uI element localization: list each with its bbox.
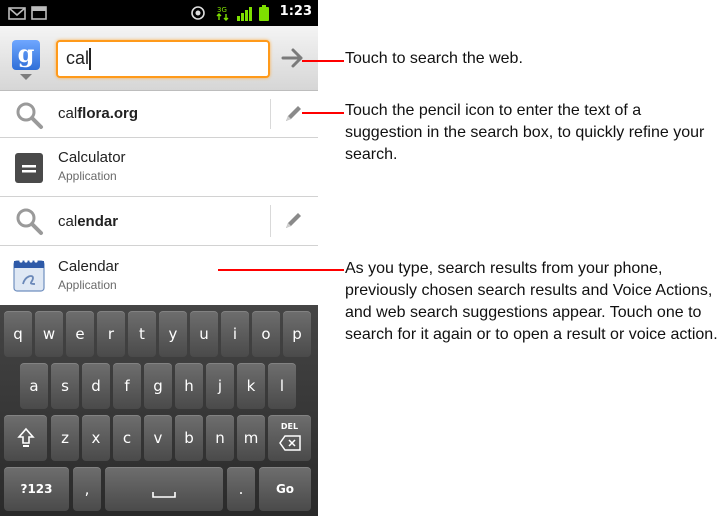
gps-icon xyxy=(191,6,205,20)
key-v[interactable]: v xyxy=(144,415,172,461)
key-g[interactable]: g xyxy=(144,363,172,409)
suggestion-label: calendar xyxy=(58,213,119,230)
suggestion-title: Calendar xyxy=(58,258,119,275)
key-b[interactable]: b xyxy=(175,415,203,461)
chevron-down-icon[interactable] xyxy=(20,74,32,80)
go-key[interactable]: Go xyxy=(259,467,311,511)
divider xyxy=(270,99,271,129)
data-icon: 3G xyxy=(216,6,229,21)
soft-keyboard: q w e r t y u i o p a s d f g h j k l z … xyxy=(0,305,318,516)
suggestion-row[interactable]: calflora.org xyxy=(0,91,318,138)
callout-line-results xyxy=(218,269,344,271)
del-label: DEL xyxy=(280,422,299,431)
callout-line-pencil xyxy=(302,112,344,114)
gmail-icon xyxy=(8,7,26,20)
key-p[interactable]: p xyxy=(283,311,311,357)
key-x[interactable]: x xyxy=(82,415,110,461)
status-time: 1:23 xyxy=(279,4,312,19)
search-source-selector[interactable]: g xyxy=(12,40,40,70)
signal-icon xyxy=(237,7,252,21)
key-o[interactable]: o xyxy=(252,311,280,357)
pencil-icon[interactable] xyxy=(282,210,304,232)
suggestion-title: Calculator xyxy=(58,149,126,166)
key-q[interactable]: q xyxy=(4,311,32,357)
key-d[interactable]: d xyxy=(82,363,110,409)
comma-key[interactable]: , xyxy=(73,467,101,511)
key-e[interactable]: e xyxy=(66,311,94,357)
space-key[interactable] xyxy=(105,467,223,511)
key-w[interactable]: w xyxy=(35,311,63,357)
key-s[interactable]: s xyxy=(51,363,79,409)
symbols-key[interactable]: ?123 xyxy=(4,467,69,511)
callout-search-web: Touch to search the web. xyxy=(345,50,523,67)
status-bar: 3G 1:23 xyxy=(0,0,318,26)
backspace-icon xyxy=(279,435,301,451)
magnifier-icon xyxy=(16,102,43,129)
suggestion-row[interactable]: Calendar Application xyxy=(0,246,318,304)
key-z[interactable]: z xyxy=(51,415,79,461)
key-c[interactable]: c xyxy=(113,415,141,461)
search-query-text: cal xyxy=(66,48,90,68)
calculator-icon xyxy=(15,153,43,183)
screenshot-icon xyxy=(31,6,47,20)
key-f[interactable]: f xyxy=(113,363,141,409)
key-r[interactable]: r xyxy=(97,311,125,357)
key-m[interactable]: m xyxy=(237,415,265,461)
shift-key[interactable] xyxy=(4,415,47,461)
suggestion-subtitle: Application xyxy=(58,169,117,183)
key-y[interactable]: y xyxy=(159,311,187,357)
key-u[interactable]: u xyxy=(190,311,218,357)
search-input[interactable]: cal xyxy=(56,40,270,78)
phone-screen: 3G 1:23 g cal calflora.org Calculator Ap… xyxy=(0,0,318,516)
suggestion-subtitle: Application xyxy=(58,278,117,292)
shift-arrow-icon xyxy=(17,427,35,447)
divider xyxy=(270,205,271,237)
svg-text:3G: 3G xyxy=(217,6,227,14)
key-t[interactable]: t xyxy=(128,311,156,357)
suggestion-row[interactable]: Calculator Application xyxy=(0,138,318,197)
battery-icon xyxy=(259,5,269,21)
pencil-icon[interactable] xyxy=(282,103,304,125)
suggestion-row[interactable]: calendar xyxy=(0,197,318,246)
calendar-icon xyxy=(13,259,45,292)
callout-pencil: Touch the pencil icon to enter the text … xyxy=(345,102,705,163)
space-bar-icon xyxy=(152,492,176,498)
callout-results: As you type, search results from your ph… xyxy=(345,260,718,343)
callout-line-search xyxy=(302,60,344,62)
delete-key[interactable]: DEL xyxy=(268,415,311,461)
key-a[interactable]: a xyxy=(20,363,48,409)
key-k[interactable]: k xyxy=(237,363,265,409)
key-h[interactable]: h xyxy=(175,363,203,409)
arrow-right-icon[interactable] xyxy=(280,46,306,70)
key-i[interactable]: i xyxy=(221,311,249,357)
search-bar: g cal xyxy=(0,26,318,91)
period-key[interactable]: . xyxy=(227,467,255,511)
key-j[interactable]: j xyxy=(206,363,234,409)
key-n[interactable]: n xyxy=(206,415,234,461)
magnifier-icon xyxy=(16,208,43,235)
text-cursor xyxy=(89,48,91,70)
key-l[interactable]: l xyxy=(268,363,296,409)
suggestion-label: calflora.org xyxy=(58,105,139,122)
